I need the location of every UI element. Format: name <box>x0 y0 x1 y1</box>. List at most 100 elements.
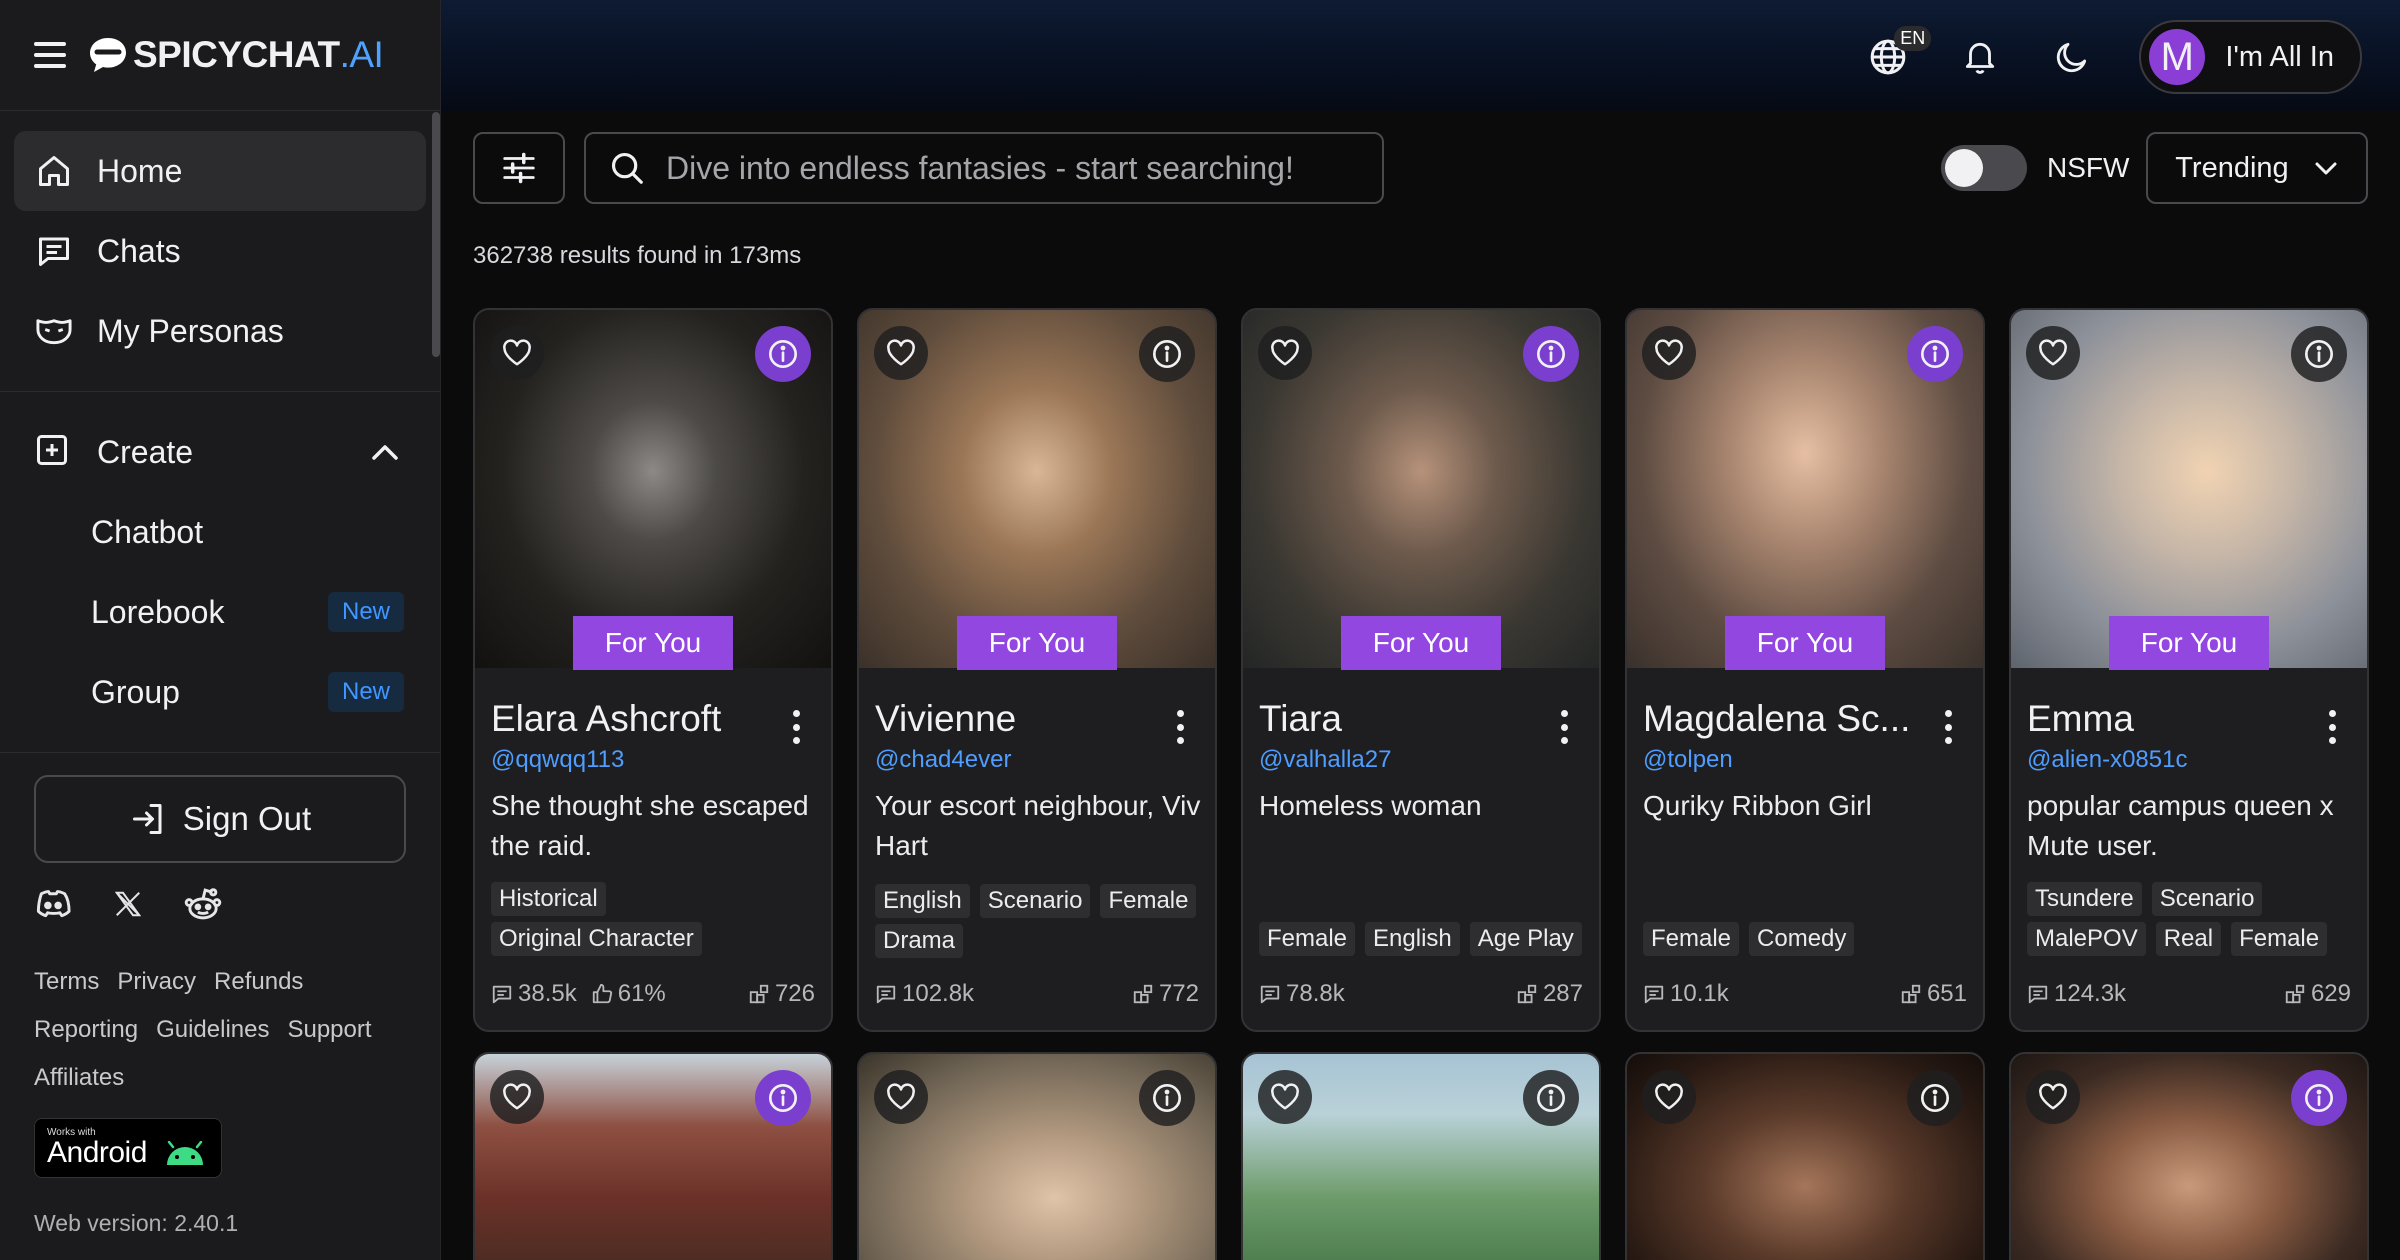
reddit-icon[interactable] <box>184 886 222 922</box>
tag[interactable]: English <box>1365 922 1460 956</box>
character-card[interactable]: For You Magdalena Sc... @tolpen Quriky R… <box>1625 308 1985 1032</box>
creator-handle[interactable]: @alien-x0851c <box>2027 746 2187 774</box>
tag[interactable]: Comedy <box>1749 922 1855 956</box>
character-card[interactable] <box>2009 1052 2369 1260</box>
heart-icon <box>887 339 915 366</box>
info-button[interactable] <box>2291 1070 2347 1126</box>
sort-select[interactable]: Trending <box>2146 132 2368 204</box>
favorite-button[interactable] <box>874 326 928 380</box>
sidebar-item-home[interactable]: Home <box>14 131 426 211</box>
card-stats: 10.1k 651 <box>1643 980 1967 1008</box>
theme-toggle-button[interactable] <box>2047 32 2097 82</box>
nsfw-toggle[interactable] <box>1941 145 2027 191</box>
tag-list: Female Comedy <box>1643 922 1973 956</box>
favorite-button[interactable] <box>2026 1070 2080 1124</box>
creator-handle[interactable]: @qqwqq113 <box>491 746 624 774</box>
tag[interactable]: Female <box>2231 922 2328 956</box>
more-options-icon[interactable] <box>2329 710 2337 744</box>
creator-handle[interactable]: @tolpen <box>1643 746 1733 774</box>
language-badge: EN <box>1894 26 1932 51</box>
android-app-badge[interactable]: Works with Android <box>34 1118 222 1178</box>
favorite-button[interactable] <box>1642 1070 1696 1124</box>
divider <box>0 752 440 753</box>
tag[interactable]: English <box>875 884 970 918</box>
more-options-icon[interactable] <box>793 710 801 744</box>
language-button[interactable]: EN <box>1863 26 1932 82</box>
character-card[interactable] <box>857 1052 1217 1260</box>
menu-icon[interactable] <box>34 42 66 68</box>
tag[interactable]: Historical <box>491 882 606 916</box>
tag[interactable]: Original Character <box>491 922 702 956</box>
sign-out-button[interactable]: Sign Out <box>34 775 406 863</box>
info-icon <box>769 1084 797 1112</box>
tag[interactable]: Tsundere <box>2027 882 2142 916</box>
search-input[interactable] <box>666 149 1356 187</box>
sidebar-item-my-personas[interactable]: My Personas <box>14 291 426 371</box>
tag[interactable]: Age Play <box>1469 922 1582 956</box>
sidebar-item-chatbot[interactable]: Chatbot <box>14 492 426 572</box>
favorite-button[interactable] <box>490 1070 544 1124</box>
tag[interactable]: Drama <box>875 924 964 958</box>
info-button[interactable] <box>1139 1070 1195 1126</box>
tag[interactable]: MalePOV <box>2027 922 2146 956</box>
character-card[interactable]: For You Elara Ashcroft @qqwqq113 She tho… <box>473 308 833 1032</box>
info-button[interactable] <box>2291 326 2347 382</box>
favorite-button[interactable] <box>874 1070 928 1124</box>
for-you-badge: For You <box>1341 616 1501 670</box>
more-options-icon[interactable] <box>1177 710 1185 744</box>
user-menu-button[interactable]: M I'm All In <box>2139 20 2362 94</box>
bot-count: 772 <box>1132 980 1199 1008</box>
message-icon <box>1260 985 1280 1004</box>
favorite-button[interactable] <box>1258 1070 1312 1124</box>
favorite-button[interactable] <box>1258 326 1312 380</box>
sidebar-item-lorebook[interactable]: Lorebook New <box>14 572 426 652</box>
sidebar-scrollbar[interactable] <box>432 112 440 357</box>
character-card[interactable] <box>1625 1052 1985 1260</box>
footer-link-terms[interactable]: Terms <box>34 958 99 1006</box>
info-button[interactable] <box>755 326 811 382</box>
character-card[interactable]: For You Emma @alien-x0851c popular campu… <box>2009 308 2369 1032</box>
favorite-button[interactable] <box>490 326 544 380</box>
sidebar-item-group[interactable]: Group New <box>14 652 426 732</box>
tag[interactable]: Scenario <box>979 884 1091 918</box>
character-card[interactable] <box>473 1052 833 1260</box>
favorite-button[interactable] <box>1642 326 1696 380</box>
info-button[interactable] <box>1523 326 1579 382</box>
notifications-button[interactable] <box>1955 32 2005 82</box>
card-stats: 78.8k 287 <box>1259 980 1583 1008</box>
info-button[interactable] <box>1523 1070 1579 1126</box>
tag[interactable]: Scenario <box>2151 882 2263 916</box>
chevron-down-icon <box>2315 162 2337 175</box>
sidebar-create-toggle[interactable]: Create <box>14 412 426 492</box>
footer-link-support[interactable]: Support <box>287 1006 371 1054</box>
info-button[interactable] <box>1907 326 1963 382</box>
creator-handle[interactable]: @valhalla27 <box>1259 746 1391 774</box>
info-button[interactable] <box>755 1070 811 1126</box>
x-twitter-icon[interactable] <box>112 889 144 919</box>
tag[interactable]: Female <box>1100 884 1197 918</box>
filter-button[interactable] <box>473 132 565 204</box>
character-card[interactable] <box>1241 1052 1601 1260</box>
more-options-icon[interactable] <box>1561 710 1569 744</box>
character-description: She thought she escaped the raid. <box>491 790 809 861</box>
info-button[interactable] <box>1139 326 1195 382</box>
character-card[interactable]: For You Vivienne @chad4ever Your escort … <box>857 308 1217 1032</box>
footer-link-affiliates[interactable]: Affiliates <box>34 1054 124 1102</box>
footer-link-guidelines[interactable]: Guidelines <box>156 1006 269 1054</box>
tag[interactable]: Female <box>1259 922 1356 956</box>
creator-handle[interactable]: @chad4ever <box>875 746 1011 774</box>
info-button[interactable] <box>1907 1070 1963 1126</box>
footer-link-refunds[interactable]: Refunds <box>214 958 303 1006</box>
character-card[interactable]: For You Tiara @valhalla27 Homeless woman… <box>1241 308 1601 1032</box>
brand-logo[interactable]: SPICYCHAT .AI <box>88 34 384 76</box>
favorite-button[interactable] <box>2026 326 2080 380</box>
tag[interactable]: Real <box>2155 922 2222 956</box>
more-options-icon[interactable] <box>1945 710 1953 744</box>
footer-link-reporting[interactable]: Reporting <box>34 1006 138 1054</box>
footer-link-privacy[interactable]: Privacy <box>117 958 196 1006</box>
tag[interactable]: Female <box>1643 922 1740 956</box>
discord-icon[interactable] <box>34 889 72 919</box>
sidebar-item-chats[interactable]: Chats <box>14 211 426 291</box>
bot-count: 726 <box>748 980 815 1008</box>
sidebar-item-label: Lorebook <box>91 593 225 630</box>
